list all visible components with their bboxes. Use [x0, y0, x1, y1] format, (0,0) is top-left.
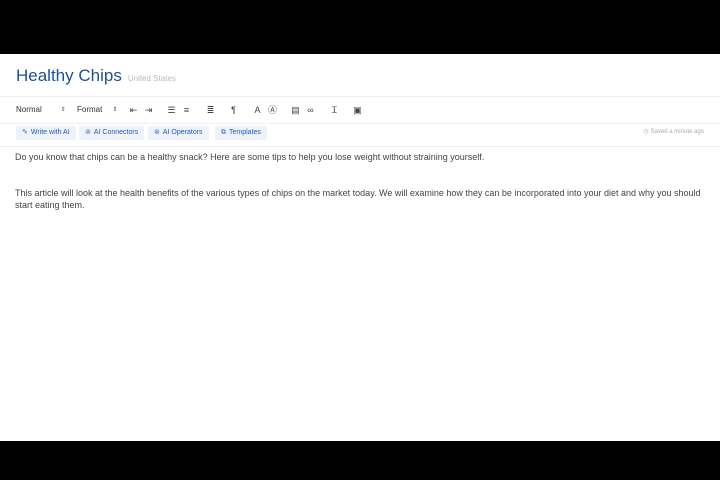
document-locale: United States: [127, 74, 176, 83]
document-header: Healthy Chips United States: [16, 66, 176, 86]
document-title[interactable]: Healthy Chips: [16, 66, 122, 86]
save-status-label: Saved a minute ago: [650, 128, 704, 135]
video-icon[interactable]: ▤: [290, 104, 301, 116]
formatting-toolbar: Normal ⇕ Format ⇕ ⇤ ⇥ ☰ ≡ ≣ ¶ A Ⓐ ▤ ∞ Ꮖ …: [0, 96, 720, 124]
format-select-value: Format: [77, 105, 103, 114]
background-color-icon[interactable]: Ⓐ: [267, 104, 278, 116]
style-select-value: Normal: [16, 105, 42, 114]
indent-icon[interactable]: ⇥: [143, 104, 154, 116]
align-icon[interactable]: ≣: [205, 104, 216, 116]
ordered-list-icon[interactable]: ☰: [166, 104, 177, 116]
chevron-updown-icon: ⇕: [112, 107, 118, 113]
clear-format-icon[interactable]: Ꮖ: [329, 104, 340, 116]
ai-operators-button[interactable]: ⊛ AI Operators: [148, 126, 209, 140]
operator-icon: ⊛: [154, 129, 160, 136]
save-status[interactable]: ◷ Saved a minute ago: [643, 128, 704, 136]
clock-icon: ◷: [643, 129, 649, 135]
editor-window: Healthy Chips United States Normal ⇕ For…: [0, 54, 720, 441]
pen-icon: ✎: [22, 129, 28, 136]
bullet-list-icon[interactable]: ≡: [181, 104, 192, 116]
paragraph: This article will look at the health ben…: [15, 187, 701, 211]
ai-operators-label: AI Operators: [162, 129, 203, 136]
outdent-icon[interactable]: ⇤: [128, 104, 139, 116]
ai-connectors-button[interactable]: ⊚ AI Connectors: [79, 126, 145, 140]
format-select[interactable]: Format ⇕: [77, 104, 117, 116]
ai-action-bar: ✎ Write with AI ⊚ AI Connectors ⊛ AI Ope…: [0, 124, 720, 147]
template-icon: ⧉: [221, 129, 226, 136]
connector-icon: ⊚: [85, 129, 91, 136]
font-color-icon[interactable]: A: [252, 104, 263, 116]
write-with-ai-button[interactable]: ✎ Write with AI: [16, 126, 76, 140]
ai-connectors-label: AI Connectors: [93, 129, 139, 136]
templates-label: Templates: [229, 129, 261, 136]
style-select[interactable]: Normal ⇕: [16, 104, 66, 116]
image-icon[interactable]: ▣: [352, 104, 363, 116]
link-icon[interactable]: ∞: [305, 104, 316, 116]
editor-content[interactable]: Do you know that chips can be a healthy …: [15, 151, 705, 212]
templates-button[interactable]: ⧉ Templates: [215, 126, 267, 140]
chevron-updown-icon: ⇕: [60, 107, 66, 113]
paragraph: Do you know that chips can be a healthy …: [15, 152, 485, 162]
paragraph-direction-icon[interactable]: ¶: [228, 104, 239, 116]
write-with-ai-label: Write with AI: [30, 129, 70, 136]
